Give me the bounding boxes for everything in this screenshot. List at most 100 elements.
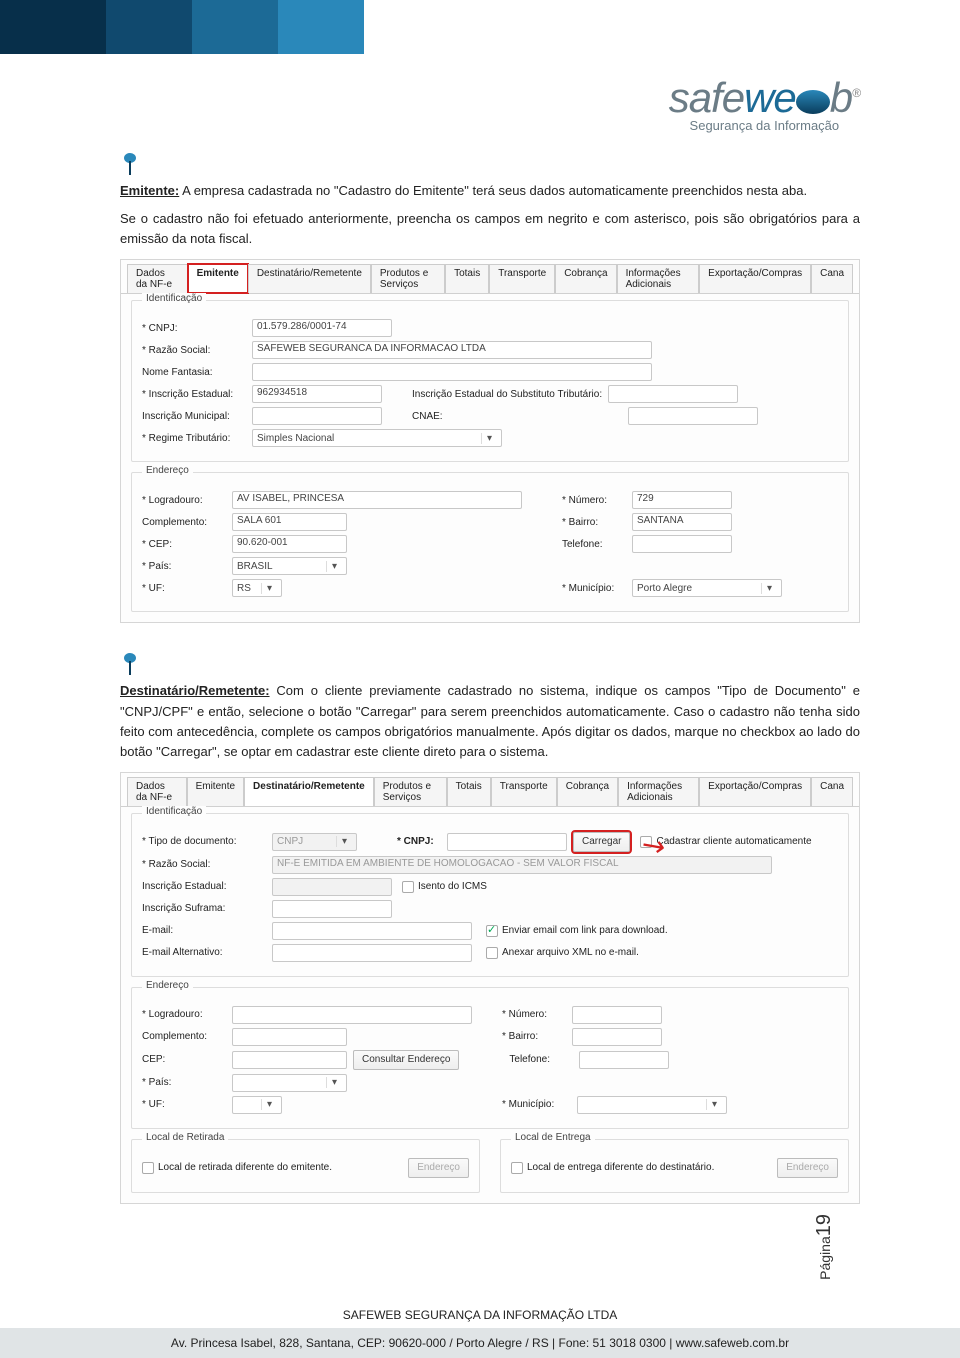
entrega-checkbox[interactable] bbox=[511, 1162, 523, 1174]
razao-input[interactable]: NF-E EMITIDA EM AMBIENTE DE HOMOLOGACAO … bbox=[272, 856, 772, 874]
tab-destinatario[interactable]: Destinatário/Remetente bbox=[244, 777, 374, 806]
tab-emitente[interactable]: Emitente bbox=[187, 777, 244, 806]
tab-produtos[interactable]: Produtos e Serviços bbox=[371, 264, 445, 293]
chevron-down-icon: ▾ bbox=[336, 836, 352, 847]
complemento-input[interactable] bbox=[232, 1028, 347, 1046]
numero-input[interactable] bbox=[572, 1006, 662, 1024]
label-cep: * CEP: bbox=[142, 539, 232, 550]
group-retirada-legend: Local de Retirada bbox=[142, 1132, 228, 1143]
tipodoc-select[interactable]: CNPJ▾ bbox=[272, 833, 357, 851]
isento-checkbox[interactable] bbox=[402, 881, 414, 893]
isuf-input[interactable] bbox=[272, 900, 392, 918]
tab-info-adicionais[interactable]: Informações Adicionais bbox=[618, 777, 699, 806]
anexar-xml-checkbox[interactable] bbox=[486, 947, 498, 959]
cnae-input[interactable] bbox=[628, 407, 758, 425]
ie-input[interactable]: 962934518 bbox=[252, 385, 382, 403]
nomefant-input[interactable] bbox=[252, 363, 652, 381]
uf-select[interactable]: RS▾ bbox=[232, 579, 282, 597]
label-municipio: * Município: bbox=[562, 583, 632, 594]
chevron-down-icon: ▾ bbox=[326, 561, 342, 572]
regime-select[interactable]: Simples Nacional▾ bbox=[252, 429, 502, 447]
uf-select[interactable]: ▾ bbox=[232, 1096, 282, 1114]
header-color-strip bbox=[0, 0, 960, 54]
label-regime: * Regime Tributário: bbox=[142, 433, 252, 444]
tab-transporte[interactable]: Transporte bbox=[489, 264, 555, 293]
label-email-link: Enviar email com link para download. bbox=[502, 925, 668, 936]
cnpj-input[interactable] bbox=[447, 833, 567, 851]
carregar-button[interactable]: Carregar bbox=[573, 832, 630, 852]
group-entrega-legend: Local de Entrega bbox=[511, 1132, 595, 1143]
cep-input[interactable]: 90.620-001 bbox=[232, 535, 347, 553]
section-dest-title: Destinatário/Remetente: bbox=[120, 683, 270, 698]
label-municipio: * Município: bbox=[502, 1099, 577, 1110]
tab-totais[interactable]: Totais bbox=[447, 777, 491, 806]
chevron-down-icon: ▾ bbox=[481, 433, 497, 444]
numero-input[interactable]: 729 bbox=[632, 491, 732, 509]
complemento-input[interactable]: SALA 601 bbox=[232, 513, 347, 531]
emailalt-input[interactable] bbox=[272, 944, 472, 962]
label-entrega: Local de entrega diferente do destinatár… bbox=[527, 1162, 714, 1173]
tab-dados-nfe[interactable]: Dados da NF-e bbox=[127, 777, 187, 806]
im-input[interactable] bbox=[252, 407, 382, 425]
ie-input[interactable] bbox=[272, 878, 392, 896]
footer-address: Av. Princesa Isabel, 828, Santana, CEP: … bbox=[0, 1328, 960, 1358]
label-ie-sub: Inscrição Estadual do Substituto Tributá… bbox=[412, 389, 602, 400]
tab-cobranca[interactable]: Cobrança bbox=[555, 264, 616, 293]
telefone-input[interactable] bbox=[579, 1051, 669, 1069]
razao-input[interactable]: SAFEWEB SEGURANCA DA INFORMACAO LTDA bbox=[252, 341, 652, 359]
tab-transporte[interactable]: Transporte bbox=[491, 777, 557, 806]
label-complemento: Complemento: bbox=[142, 1031, 232, 1042]
retirada-checkbox[interactable] bbox=[142, 1162, 154, 1174]
tab-dados-nfe[interactable]: Dados da NF-e bbox=[127, 264, 188, 293]
pais-select[interactable]: ▾ bbox=[232, 1074, 347, 1092]
logradouro-input[interactable] bbox=[232, 1006, 472, 1024]
label-uf: * UF: bbox=[142, 583, 232, 594]
label-complemento: Complemento: bbox=[142, 517, 232, 528]
pais-select[interactable]: BRASIL▾ bbox=[232, 557, 347, 575]
label-razao: * Razão Social: bbox=[142, 859, 272, 870]
tab-cana[interactable]: Cana bbox=[811, 777, 853, 806]
section-emitente-text1: A empresa cadastrada no "Cadastro do Emi… bbox=[182, 183, 807, 198]
tab-destinatario[interactable]: Destinatário/Remetente bbox=[248, 264, 371, 293]
telefone-input[interactable] bbox=[632, 535, 732, 553]
email-input[interactable] bbox=[272, 922, 472, 940]
tab-exportacao[interactable]: Exportação/Compras bbox=[699, 777, 811, 806]
label-uf: * UF: bbox=[142, 1099, 232, 1110]
tab-produtos[interactable]: Produtos e Serviços bbox=[374, 777, 447, 806]
tab-cobranca[interactable]: Cobrança bbox=[557, 777, 618, 806]
pushpin-icon bbox=[120, 651, 860, 681]
consultar-endereco-button[interactable]: Consultar Endereço bbox=[353, 1050, 459, 1070]
chevron-down-icon: ▾ bbox=[706, 1099, 722, 1110]
tab-totais[interactable]: Totais bbox=[445, 264, 489, 293]
footer-company: SAFEWEB SEGURANÇA DA INFORMAÇÃO LTDA bbox=[0, 1302, 960, 1328]
logo-globe-icon bbox=[796, 90, 830, 114]
municipio-select[interactable]: Porto Alegre▾ bbox=[632, 579, 782, 597]
chevron-down-icon: ▾ bbox=[261, 583, 277, 594]
screenshot-destinatario: Dados da NF-e Emitente Destinatário/Reme… bbox=[120, 772, 860, 1204]
label-numero: * Número: bbox=[562, 495, 632, 506]
label-autocad: Cadastrar cliente automaticamente bbox=[656, 836, 811, 847]
logradouro-input[interactable]: AV ISABEL, PRINCESA bbox=[232, 491, 522, 509]
label-numero: * Número: bbox=[502, 1009, 572, 1020]
endereco-entrega-button[interactable]: Endereço bbox=[777, 1158, 838, 1178]
bairro-input[interactable]: SANTANA bbox=[632, 513, 732, 531]
page-number: Página19 bbox=[813, 1214, 836, 1280]
ie-sub-input[interactable] bbox=[608, 385, 738, 403]
label-anexar: Anexar arquivo XML no e-mail. bbox=[502, 947, 639, 958]
municipio-select[interactable]: ▾ bbox=[577, 1096, 727, 1114]
tab-cana[interactable]: Cana bbox=[811, 264, 853, 293]
label-logradouro: * Logradouro: bbox=[142, 1009, 232, 1020]
email-link-checkbox[interactable] bbox=[486, 925, 498, 937]
label-cnpj: * CNPJ: bbox=[142, 323, 252, 334]
tab-emitente[interactable]: Emitente bbox=[188, 264, 248, 293]
endereco-retirada-button[interactable]: Endereço bbox=[408, 1158, 469, 1178]
safeweb-logo: safeweb® Segurança da Informação bbox=[669, 74, 860, 133]
bairro-input[interactable] bbox=[572, 1028, 662, 1046]
tab-exportacao[interactable]: Exportação/Compras bbox=[699, 264, 811, 293]
cep-input[interactable] bbox=[232, 1051, 347, 1069]
tab-info-adicionais[interactable]: Informações Adicionais bbox=[617, 264, 700, 293]
label-emailalt: E-mail Alternativo: bbox=[142, 947, 272, 958]
label-bairro: * Bairro: bbox=[562, 517, 632, 528]
cnpj-input[interactable]: 01.579.286/0001-74 bbox=[252, 319, 392, 337]
pushpin-icon bbox=[120, 151, 860, 181]
